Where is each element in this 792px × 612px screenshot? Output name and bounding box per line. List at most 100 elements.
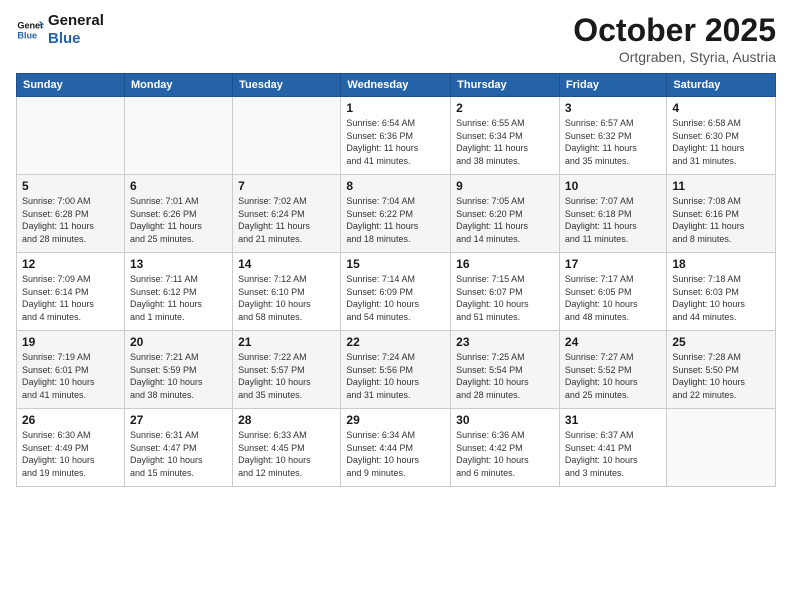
calendar-cell (667, 409, 776, 487)
day-number: 29 (346, 413, 445, 427)
day-info: Sunrise: 7:19 AM Sunset: 6:01 PM Dayligh… (22, 351, 119, 401)
day-number: 15 (346, 257, 445, 271)
calendar-cell (124, 97, 232, 175)
day-info: Sunrise: 7:22 AM Sunset: 5:57 PM Dayligh… (238, 351, 335, 401)
weekday-header-saturday: Saturday (667, 74, 776, 97)
calendar-cell (233, 97, 341, 175)
day-info: Sunrise: 6:31 AM Sunset: 4:47 PM Dayligh… (130, 429, 227, 479)
calendar-cell: 20 Sunrise: 7:21 AM Sunset: 5:59 PM Dayli… (124, 331, 232, 409)
day-number: 1 (346, 101, 445, 115)
calendar-cell: 3 Sunrise: 6:57 AM Sunset: 6:32 PM Daylig… (559, 97, 666, 175)
weekday-header-row: SundayMondayTuesdayWednesdayThursdayFrid… (17, 74, 776, 97)
week-row-5: 26 Sunrise: 6:30 AM Sunset: 4:49 PM Dayli… (17, 409, 776, 487)
calendar-cell: 6 Sunrise: 7:01 AM Sunset: 6:26 PM Daylig… (124, 175, 232, 253)
day-number: 2 (456, 101, 554, 115)
calendar-cell: 2 Sunrise: 6:55 AM Sunset: 6:34 PM Daylig… (451, 97, 560, 175)
month-title: October 2025 (573, 12, 776, 49)
calendar-table: SundayMondayTuesdayWednesdayThursdayFrid… (16, 73, 776, 487)
day-number: 17 (565, 257, 661, 271)
calendar-cell: 31 Sunrise: 6:37 AM Sunset: 4:41 PM Dayli… (559, 409, 666, 487)
day-number: 6 (130, 179, 227, 193)
day-number: 22 (346, 335, 445, 349)
day-info: Sunrise: 7:05 AM Sunset: 6:20 PM Dayligh… (456, 195, 554, 245)
day-info: Sunrise: 7:12 AM Sunset: 6:10 PM Dayligh… (238, 273, 335, 323)
calendar-cell: 28 Sunrise: 6:33 AM Sunset: 4:45 PM Dayli… (233, 409, 341, 487)
day-number: 26 (22, 413, 119, 427)
calendar-cell: 5 Sunrise: 7:00 AM Sunset: 6:28 PM Daylig… (17, 175, 125, 253)
day-info: Sunrise: 7:15 AM Sunset: 6:07 PM Dayligh… (456, 273, 554, 323)
calendar-cell: 12Sunrise: 7:09 AM Sunset: 6:14 PM Dayli… (17, 253, 125, 331)
svg-text:Blue: Blue (17, 30, 37, 40)
day-info: Sunrise: 7:01 AM Sunset: 6:26 PM Dayligh… (130, 195, 227, 245)
day-info: Sunrise: 6:54 AM Sunset: 6:36 PM Dayligh… (346, 117, 445, 167)
day-number: 8 (346, 179, 445, 193)
calendar-cell: 26 Sunrise: 6:30 AM Sunset: 4:49 PM Dayli… (17, 409, 125, 487)
calendar-cell: 24 Sunrise: 7:27 AM Sunset: 5:52 PM Dayli… (559, 331, 666, 409)
day-number: 27 (130, 413, 227, 427)
logo-icon: General Blue (16, 16, 44, 44)
day-info: Sunrise: 6:57 AM Sunset: 6:32 PM Dayligh… (565, 117, 661, 167)
day-info: Sunrise: 6:30 AM Sunset: 4:49 PM Dayligh… (22, 429, 119, 479)
day-number: 5 (22, 179, 119, 193)
weekday-header-friday: Friday (559, 74, 666, 97)
day-number: 23 (456, 335, 554, 349)
calendar-cell: 15 Sunrise: 7:14 AM Sunset: 6:09 PM Dayli… (341, 253, 451, 331)
day-number: 10 (565, 179, 661, 193)
calendar-cell: 22 Sunrise: 7:24 AM Sunset: 5:56 PM Dayli… (341, 331, 451, 409)
weekday-header-wednesday: Wednesday (341, 74, 451, 97)
day-number: 12 (22, 257, 119, 271)
day-number: 20 (130, 335, 227, 349)
calendar-cell: 14 Sunrise: 7:12 AM Sunset: 6:10 PM Dayli… (233, 253, 341, 331)
day-number: 16 (456, 257, 554, 271)
week-row-1: 1 Sunrise: 6:54 AM Sunset: 6:36 PM Daylig… (17, 97, 776, 175)
day-number: 21 (238, 335, 335, 349)
day-number: 31 (565, 413, 661, 427)
day-info: Sunrise: 7:27 AM Sunset: 5:52 PM Dayligh… (565, 351, 661, 401)
logo-blue: Blue (48, 30, 104, 48)
day-info: Sunrise: 7:00 AM Sunset: 6:28 PM Dayligh… (22, 195, 119, 245)
day-number: 28 (238, 413, 335, 427)
calendar-cell: 8 Sunrise: 7:04 AM Sunset: 6:22 PM Daylig… (341, 175, 451, 253)
logo-general: General (48, 12, 104, 30)
calendar-cell: 13Sunrise: 7:11 AM Sunset: 6:12 PM Dayli… (124, 253, 232, 331)
calendar-cell (17, 97, 125, 175)
calendar-cell: 11 Sunrise: 7:08 AM Sunset: 6:16 PM Dayli… (667, 175, 776, 253)
day-info: Sunrise: 7:24 AM Sunset: 5:56 PM Dayligh… (346, 351, 445, 401)
day-number: 4 (672, 101, 770, 115)
calendar-cell: 23 Sunrise: 7:25 AM Sunset: 5:54 PM Dayli… (451, 331, 560, 409)
day-info: Sunrise: 7:14 AM Sunset: 6:09 PM Dayligh… (346, 273, 445, 323)
day-info: Sunrise: 7:02 AM Sunset: 6:24 PM Dayligh… (238, 195, 335, 245)
day-info: Sunrise: 7:25 AM Sunset: 5:54 PM Dayligh… (456, 351, 554, 401)
day-info: Sunrise: 7:04 AM Sunset: 6:22 PM Dayligh… (346, 195, 445, 245)
day-number: 14 (238, 257, 335, 271)
calendar-cell: 18Sunrise: 7:18 AM Sunset: 6:03 PM Dayli… (667, 253, 776, 331)
week-row-4: 19Sunrise: 7:19 AM Sunset: 6:01 PM Dayli… (17, 331, 776, 409)
day-info: Sunrise: 7:08 AM Sunset: 6:16 PM Dayligh… (672, 195, 770, 245)
day-info: Sunrise: 6:55 AM Sunset: 6:34 PM Dayligh… (456, 117, 554, 167)
logo: General Blue General Blue (16, 12, 104, 48)
day-info: Sunrise: 7:21 AM Sunset: 5:59 PM Dayligh… (130, 351, 227, 401)
week-row-3: 12Sunrise: 7:09 AM Sunset: 6:14 PM Dayli… (17, 253, 776, 331)
day-info: Sunrise: 6:33 AM Sunset: 4:45 PM Dayligh… (238, 429, 335, 479)
calendar-cell: 27 Sunrise: 6:31 AM Sunset: 4:47 PM Dayli… (124, 409, 232, 487)
calendar-cell: 17Sunrise: 7:17 AM Sunset: 6:05 PM Dayli… (559, 253, 666, 331)
day-info: Sunrise: 7:07 AM Sunset: 6:18 PM Dayligh… (565, 195, 661, 245)
week-row-2: 5 Sunrise: 7:00 AM Sunset: 6:28 PM Daylig… (17, 175, 776, 253)
calendar-cell: 25Sunrise: 7:28 AM Sunset: 5:50 PM Dayli… (667, 331, 776, 409)
calendar-cell: 16 Sunrise: 7:15 AM Sunset: 6:07 PM Dayli… (451, 253, 560, 331)
day-info: Sunrise: 6:34 AM Sunset: 4:44 PM Dayligh… (346, 429, 445, 479)
page-header: General Blue General Blue October 2025 O… (16, 12, 776, 65)
day-info: Sunrise: 6:37 AM Sunset: 4:41 PM Dayligh… (565, 429, 661, 479)
day-number: 9 (456, 179, 554, 193)
weekday-header-sunday: Sunday (17, 74, 125, 97)
day-number: 3 (565, 101, 661, 115)
day-number: 11 (672, 179, 770, 193)
calendar-cell: 19Sunrise: 7:19 AM Sunset: 6:01 PM Dayli… (17, 331, 125, 409)
day-number: 24 (565, 335, 661, 349)
calendar-container: General Blue General Blue October 2025 O… (0, 0, 792, 612)
calendar-cell: 10 Sunrise: 7:07 AM Sunset: 6:18 PM Dayli… (559, 175, 666, 253)
location-subtitle: Ortgraben, Styria, Austria (573, 49, 776, 65)
calendar-cell: 30Sunrise: 6:36 AM Sunset: 4:42 PM Dayli… (451, 409, 560, 487)
day-info: Sunrise: 6:36 AM Sunset: 4:42 PM Dayligh… (456, 429, 554, 479)
weekday-header-thursday: Thursday (451, 74, 560, 97)
